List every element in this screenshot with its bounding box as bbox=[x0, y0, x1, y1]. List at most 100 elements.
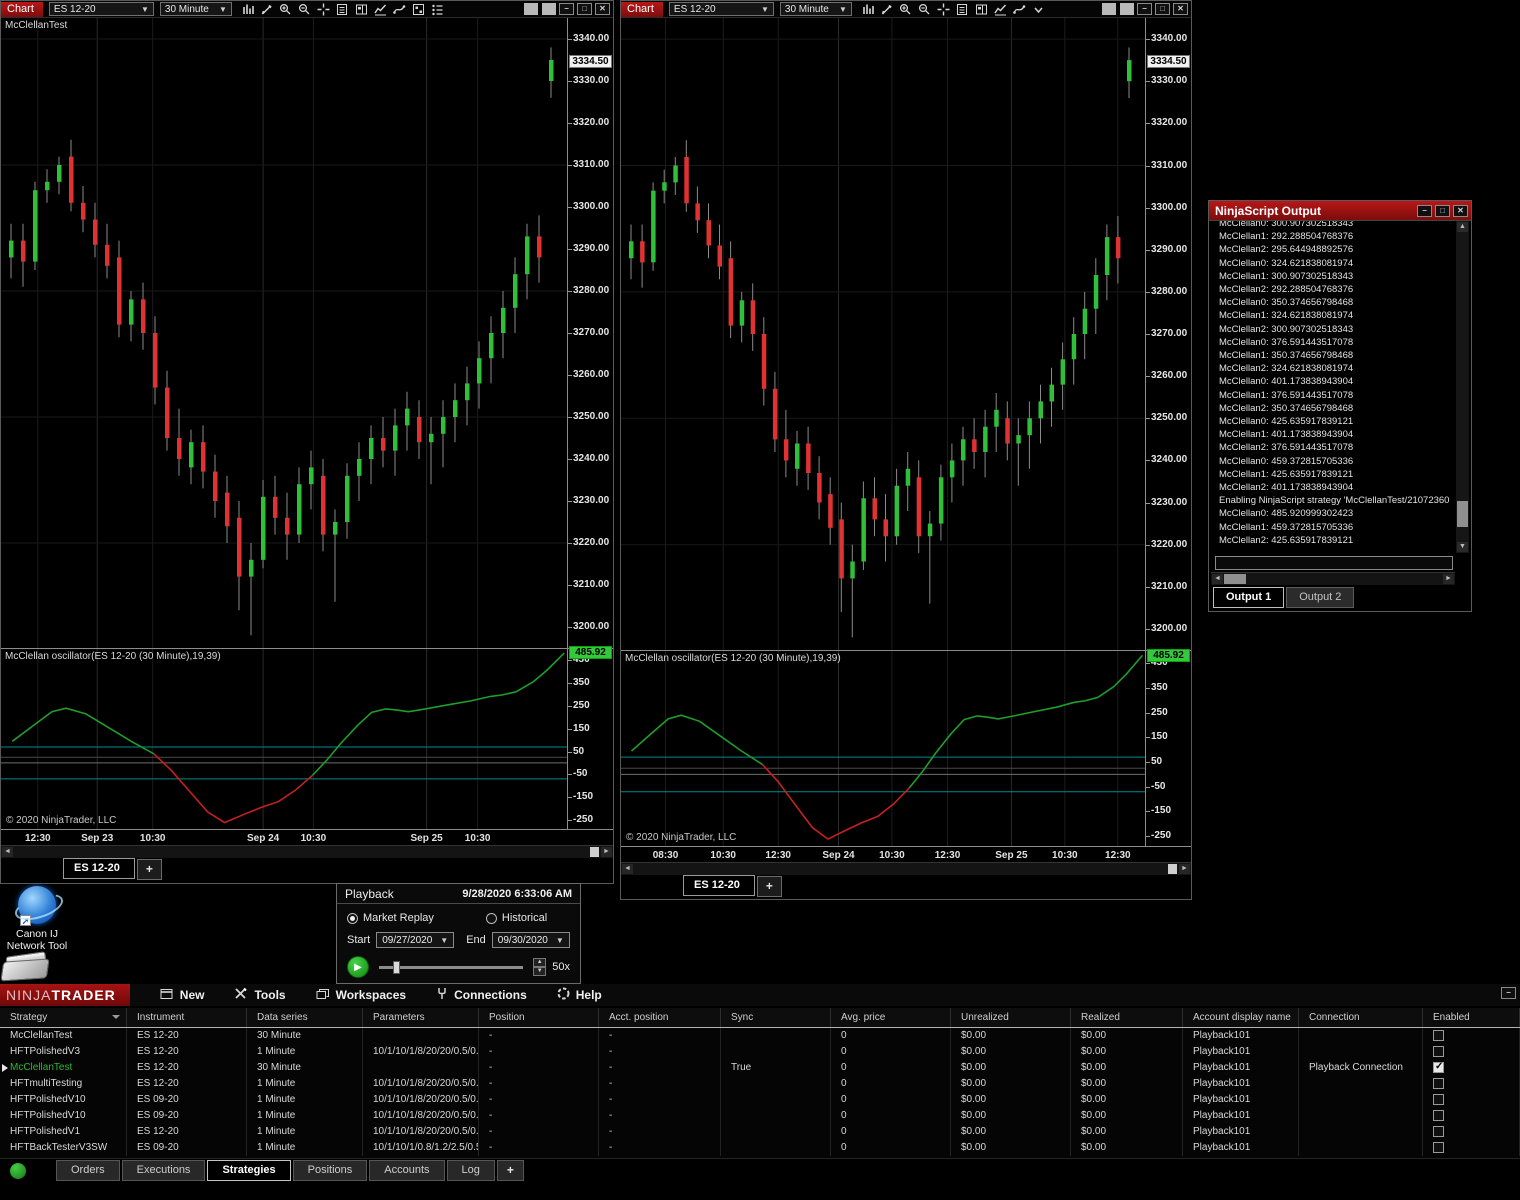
oscillator-axis[interactable]: 450 350 250 150 50 -50 -150 -250 485.92 bbox=[567, 646, 613, 829]
speed-slider[interactable] bbox=[379, 960, 524, 974]
chart-tab-es-12-20[interactable]: ES 12-20 bbox=[683, 875, 755, 896]
column-header-account-display-name[interactable]: Account display name bbox=[1183, 1008, 1299, 1027]
chart-trader-icon[interactable] bbox=[972, 2, 991, 17]
tab-orders[interactable]: Orders bbox=[56, 1160, 120, 1181]
chart-horizontal-scrollbar[interactable]: ◄ ► bbox=[621, 862, 1191, 875]
close-button[interactable]: ✕ bbox=[1173, 3, 1188, 15]
minimize-button[interactable]: − bbox=[1501, 987, 1516, 999]
output-vertical-scrollbar[interactable]: ▲ ▼ bbox=[1456, 221, 1469, 553]
scroll-right-arrow-icon[interactable]: ► bbox=[601, 847, 612, 857]
output-command-input[interactable] bbox=[1215, 556, 1453, 570]
interval-select[interactable]: 30 Minute ▼ bbox=[779, 2, 852, 16]
workspace-button[interactable] bbox=[524, 3, 538, 15]
column-header-data-series[interactable]: Data series bbox=[247, 1008, 363, 1027]
scrollbar-thumb[interactable] bbox=[1168, 864, 1177, 874]
enabled-checkbox[interactable] bbox=[1433, 1078, 1444, 1089]
enabled-checkbox[interactable] bbox=[1433, 1142, 1444, 1153]
workspace-button[interactable] bbox=[1120, 3, 1134, 15]
enabled-checkbox[interactable] bbox=[1433, 1126, 1444, 1137]
close-button[interactable]: ✕ bbox=[595, 3, 610, 15]
interval-select[interactable]: 30 Minute ▼ bbox=[159, 2, 232, 16]
zoom-in-icon[interactable] bbox=[276, 2, 295, 17]
start-date-select[interactable]: 09/27/2020 ▼ bbox=[376, 932, 455, 948]
oscillator-panel[interactable]: McClellan oscillator(ES 12-20 (30 Minute… bbox=[621, 651, 1145, 846]
table-row[interactable]: HFTmultiTesting ES 12-20 1 Minute 10/1/10/1… bbox=[0, 1076, 1520, 1092]
enabled-checkbox[interactable] bbox=[1433, 1030, 1444, 1041]
price-panel[interactable] bbox=[621, 18, 1145, 650]
crosshair-icon[interactable] bbox=[314, 2, 333, 17]
tab-accounts[interactable]: Accounts bbox=[369, 1160, 445, 1181]
add-tab-button[interactable]: + bbox=[756, 876, 782, 897]
tab-log[interactable]: Log bbox=[446, 1160, 495, 1181]
overflow-chevron-icon[interactable] bbox=[1029, 2, 1048, 17]
column-header-parameters[interactable]: Parameters bbox=[363, 1008, 479, 1027]
price-axis[interactable]: 3340.00 3330.00 3320.00 3310.00 3300.00 3290.… bbox=[1145, 18, 1191, 650]
column-header-acct-position[interactable]: Acct. position bbox=[599, 1008, 721, 1027]
instrument-select[interactable]: ES 12-20 ▼ bbox=[48, 2, 154, 16]
time-axis[interactable]: 08:30 10:30 12:30 Sep 24 10:30 12:30 Sep 25 10:… bbox=[621, 846, 1191, 862]
scroll-left-arrow-icon[interactable]: ◄ bbox=[2, 847, 13, 857]
tab-strategies[interactable]: Strategies bbox=[207, 1160, 291, 1181]
desktop-icon-canon-network-tool[interactable]: ➚ Canon IJ Network Tool bbox=[2, 886, 72, 952]
chart-horizontal-scrollbar[interactable]: ◄ ► bbox=[1, 845, 613, 858]
data-series-icon[interactable] bbox=[953, 2, 972, 17]
market-replay-radio[interactable] bbox=[347, 912, 358, 924]
tab-executions[interactable]: Executions bbox=[121, 1160, 206, 1181]
properties-list-icon[interactable] bbox=[428, 2, 447, 17]
price-panel[interactable]: McClellanTest bbox=[1, 18, 567, 648]
column-header-position[interactable]: Position bbox=[479, 1008, 599, 1027]
scrollbar-thumb[interactable] bbox=[590, 847, 599, 857]
enabled-checkbox[interactable] bbox=[1433, 1061, 1444, 1073]
chart-trader-icon[interactable] bbox=[352, 2, 371, 17]
menu-tools[interactable]: Tools bbox=[234, 987, 286, 1003]
maximize-button[interactable]: □ bbox=[1435, 204, 1450, 217]
zoom-out-icon[interactable] bbox=[915, 2, 934, 17]
chart-tab-es-12-20[interactable]: ES 12-20 bbox=[63, 858, 135, 879]
price-axis[interactable]: 3340.00 3330.00 3320.00 3310.00 3300.00 3290.… bbox=[567, 18, 613, 648]
column-header-unrealized[interactable]: Unrealized bbox=[951, 1008, 1071, 1027]
speed-down-stepper[interactable]: ▼ bbox=[533, 967, 547, 976]
drawing-tools-icon[interactable] bbox=[1010, 2, 1029, 17]
table-row[interactable]: HFTPolishedV1 ES 12-20 1 Minute 10/1/10/1/8… bbox=[0, 1124, 1520, 1140]
slider-thumb[interactable] bbox=[393, 960, 401, 974]
price-bars-icon[interactable] bbox=[238, 2, 257, 17]
minimize-button[interactable]: − bbox=[559, 3, 574, 15]
workspace-button[interactable] bbox=[542, 3, 556, 15]
historical-radio[interactable] bbox=[485, 912, 497, 924]
table-row[interactable]: HFTPolishedV3 ES 12-20 1 Minute 10/1/10/1/8… bbox=[0, 1044, 1520, 1060]
column-header-connection[interactable]: Connection bbox=[1299, 1008, 1423, 1027]
enabled-checkbox[interactable] bbox=[1433, 1110, 1444, 1121]
scroll-left-arrow-icon[interactable]: ◄ bbox=[622, 864, 633, 874]
menu-connections[interactable]: Connections bbox=[436, 987, 527, 1003]
column-header-instrument[interactable]: Instrument bbox=[127, 1008, 247, 1027]
close-button[interactable]: ✕ bbox=[1453, 204, 1468, 217]
column-header-realized[interactable]: Realized bbox=[1071, 1008, 1183, 1027]
table-row[interactable]: McClellanTest ES 12-20 30 Minute - -0 $0.00 $0… bbox=[0, 1028, 1520, 1044]
zoom-out-icon[interactable] bbox=[295, 2, 314, 17]
data-series-icon[interactable] bbox=[333, 2, 352, 17]
indicators-icon[interactable] bbox=[991, 2, 1010, 17]
crosshair-icon[interactable] bbox=[934, 2, 953, 17]
table-row[interactable]: HFTPolishedV10 ES 09-20 1 Minute 10/1/10/1/… bbox=[0, 1092, 1520, 1108]
maximize-button[interactable]: □ bbox=[1155, 3, 1170, 15]
output-tab-output-1[interactable]: Output 1 bbox=[1213, 587, 1285, 608]
output-tab-output-2[interactable]: Output 2 bbox=[1286, 587, 1355, 608]
scroll-left-arrow-icon[interactable]: ◄ bbox=[1212, 574, 1223, 584]
scrollbar-thumb[interactable] bbox=[1224, 574, 1246, 584]
menu-new[interactable]: New bbox=[160, 987, 204, 1003]
output-horizontal-scrollbar[interactable]: ◄ ► bbox=[1211, 572, 1455, 585]
price-bars-icon[interactable] bbox=[858, 2, 877, 17]
column-header-enabled[interactable]: Enabled bbox=[1423, 1008, 1520, 1027]
time-axis[interactable]: 12:30 Sep 23 10:30 Sep 24 10:30 Sep 25 10:30 bbox=[1, 829, 613, 845]
desktop-icon-printer[interactable] bbox=[0, 951, 52, 984]
output-log[interactable]: McClellan0: 300.907302518343 McClellan1: … bbox=[1211, 221, 1455, 553]
scroll-up-arrow-icon[interactable]: ▲ bbox=[1457, 222, 1468, 232]
maximize-button[interactable]: □ bbox=[577, 3, 592, 15]
menu-help[interactable]: Help bbox=[557, 987, 602, 1003]
play-button[interactable]: ▶ bbox=[347, 956, 369, 978]
workspace-button[interactable] bbox=[1102, 3, 1116, 15]
column-header-strategy[interactable]: Strategy bbox=[0, 1008, 127, 1027]
table-row[interactable]: HFTPolishedV10 ES 09-20 1 Minute 10/1/10/1/… bbox=[0, 1108, 1520, 1124]
indicators-icon[interactable] bbox=[371, 2, 390, 17]
minimize-button[interactable]: − bbox=[1417, 204, 1432, 217]
